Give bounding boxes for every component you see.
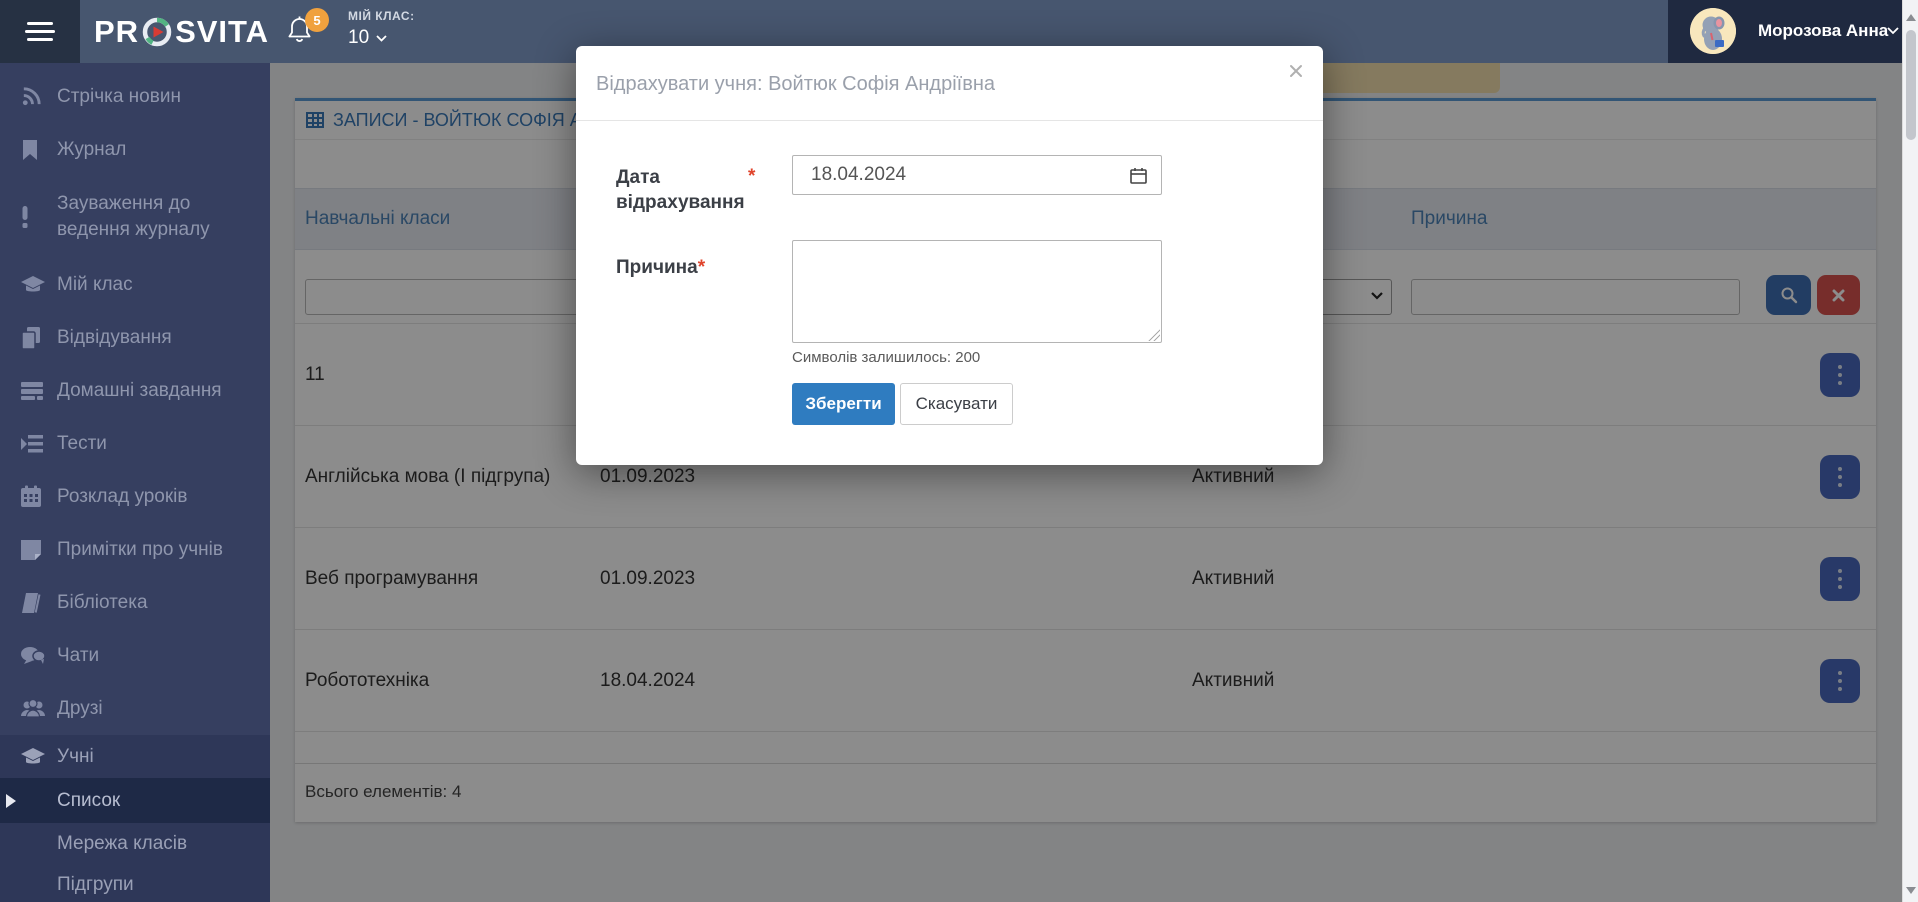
pages-icon	[0, 326, 57, 350]
sidebar-item-attendance[interactable]: Відвідування	[0, 311, 270, 364]
avatar	[1690, 8, 1736, 54]
sidebar-item-journal-remarks[interactable]: Зауваження до ведення журналу	[0, 176, 270, 258]
sidebar-item-student-notes[interactable]: Примітки про учнів	[0, 523, 270, 576]
sidebar-item-homework[interactable]: Домашні завдання	[0, 364, 270, 417]
user-menu[interactable]: Морозова Анна	[1668, 0, 1918, 63]
reason-textarea[interactable]	[792, 240, 1162, 343]
notification-badge: 5	[305, 8, 329, 32]
sidebar-nav: Стрічка новин Журнал Зауваження до веден…	[0, 63, 270, 902]
my-class-value: 10	[348, 27, 369, 49]
reason-label: Причина*	[616, 256, 756, 281]
my-class-label: МІЙ КЛАС:	[348, 9, 415, 23]
cancel-button[interactable]: Скасувати	[900, 383, 1013, 425]
scroll-up-arrow[interactable]	[1906, 14, 1916, 21]
dismissal-date-input[interactable]: 18.04.2024	[792, 155, 1162, 195]
rss-icon	[0, 85, 57, 108]
sidebar-item-schedule[interactable]: Розклад уроків	[0, 470, 270, 523]
save-button[interactable]: Зберегти	[792, 383, 895, 425]
calendar-icon	[0, 485, 57, 508]
indent-list-icon	[0, 434, 57, 454]
page-scrollbar[interactable]	[1902, 0, 1918, 902]
list-rows-icon	[0, 381, 57, 401]
notifications-button[interactable]: 5	[286, 15, 336, 55]
bookmark-icon	[0, 139, 57, 161]
sidebar-item-tests[interactable]: Тести	[0, 417, 270, 470]
dismissal-date-value: 18.04.2024	[811, 164, 906, 186]
resize-handle[interactable]	[1148, 329, 1160, 341]
dismiss-student-modal: Відрахувати учня: Войтюк Софія Андріївна…	[576, 46, 1323, 465]
scrollbar-thumb[interactable]	[1906, 30, 1916, 140]
menu-toggle-button[interactable]	[0, 0, 80, 63]
chat-bubbles-icon	[0, 646, 57, 666]
modal-title: Відрахувати учня: Войтюк Софія Андріївна	[596, 73, 995, 96]
my-class-switcher[interactable]: МІЙ КЛАС: 10	[348, 9, 415, 49]
graduation-cap-icon	[0, 275, 57, 295]
sidebar-item-my-class[interactable]: Мій клас	[0, 258, 270, 311]
sidebar-item-chats[interactable]: Чати	[0, 629, 270, 682]
active-caret-icon	[6, 794, 16, 808]
char-counter: Символів залишилось: 200	[792, 349, 980, 366]
sidebar-subitem-subgroups[interactable]: Підгрупи	[0, 865, 270, 902]
book-icon	[0, 592, 57, 614]
calendar-icon	[1130, 167, 1147, 184]
sidebar-item-students[interactable]: Учні	[0, 735, 270, 778]
scroll-down-arrow[interactable]	[1906, 887, 1916, 894]
exclamation-icon	[0, 205, 57, 229]
modal-divider	[576, 120, 1323, 121]
sidebar-item-journal[interactable]: Журнал	[0, 123, 270, 176]
sidebar-subitem-list[interactable]: Список	[0, 778, 270, 823]
app-logo[interactable]: PR SVITA	[94, 0, 269, 63]
app-screen: ЗАПИСИ - ВОЙТЮК СОФІЯ АНДРІЇВНА Навчальн…	[0, 0, 1918, 902]
users-icon	[0, 699, 57, 719]
dismissal-date-label: Дата відрахування	[616, 166, 756, 215]
required-asterisk: *	[748, 166, 755, 188]
close-icon	[1289, 64, 1303, 78]
graduation-cap-icon	[0, 747, 57, 767]
chevron-down-icon	[376, 35, 387, 42]
required-asterisk: *	[698, 257, 705, 278]
sidebar-subitem-class-network[interactable]: Мережа класів	[0, 823, 270, 865]
sidebar-item-news-feed[interactable]: Стрічка новин	[0, 70, 270, 123]
students-submenu: Список Мережа класів Підгрупи	[0, 778, 270, 902]
sidebar-item-friends[interactable]: Друзі	[0, 682, 270, 735]
user-name: Морозова Анна	[1758, 21, 1888, 41]
sticky-note-icon	[0, 539, 57, 561]
chevron-down-icon	[1887, 27, 1899, 35]
logo-circle-icon	[141, 16, 173, 48]
sidebar-item-library[interactable]: Бібліотека	[0, 576, 270, 629]
modal-close-button[interactable]	[1285, 60, 1307, 82]
